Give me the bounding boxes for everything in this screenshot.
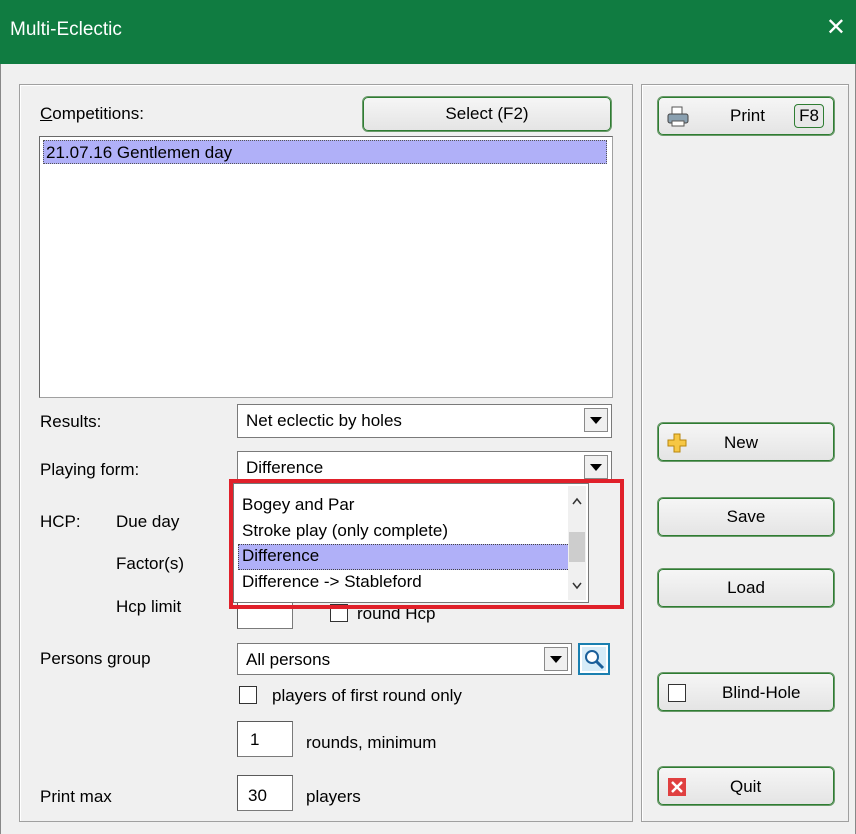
save-button-label: Save — [726, 507, 766, 526]
round-hcp-label: round Hcp — [357, 604, 436, 623]
first-round-checkbox[interactable] — [239, 686, 257, 704]
persons-group-combo[interactable]: All persons — [237, 643, 572, 675]
title-bar: Multi-Eclectic ✕ — [0, 0, 856, 64]
chevron-down-icon[interactable] — [572, 582, 582, 590]
rounds-minimum-input[interactable]: 1 — [237, 721, 293, 757]
search-icon[interactable] — [578, 643, 610, 675]
window-title: Multi-Eclectic — [10, 19, 122, 40]
scrollbar-graphic — [569, 497, 585, 590]
dropdown-option[interactable]: Stroke play (only complete) — [242, 521, 448, 541]
list-item[interactable]: 21.07.16 Gentlemen day — [43, 140, 607, 164]
scrollbar-thumb[interactable] — [569, 532, 585, 562]
first-round-label: players of first round only — [272, 686, 462, 705]
select-button-label: Select (F2) — [445, 104, 529, 123]
print-shortcut-badge: F8 — [794, 104, 824, 128]
playing-form-value: Difference — [246, 458, 324, 477]
blind-hole-button[interactable]: Blind-Hole — [657, 672, 835, 712]
new-button-label: New — [724, 433, 759, 452]
competitions-label-rest: ompetitions: — [52, 104, 144, 123]
new-button[interactable]: New — [657, 422, 835, 462]
load-button[interactable]: Load — [657, 568, 835, 608]
print-button[interactable]: Print F8 — [657, 96, 835, 136]
competitions-list[interactable]: 21.07.16 Gentlemen day — [39, 136, 613, 398]
hcp-label: HCP: — [40, 512, 81, 531]
select-competitions-button[interactable]: Select (F2) — [362, 96, 612, 132]
quit-button[interactable]: Quit — [657, 766, 835, 806]
dropdown-scrollbar[interactable] — [568, 486, 586, 600]
print-max-label: Print max — [40, 787, 112, 806]
results-label: Results: — [40, 412, 102, 431]
blind-hole-button-label: Blind-Hole — [722, 683, 801, 702]
plus-icon — [667, 433, 687, 453]
hcp-limit-label: Hcp limit — [116, 597, 182, 616]
playing-form-label: Playing form: — [40, 460, 140, 479]
chevron-down-icon[interactable] — [584, 455, 608, 479]
list-item-label: 21.07.16 Gentlemen day — [46, 143, 233, 162]
round-hcp-checkbox[interactable] — [330, 604, 348, 622]
playing-form-combo[interactable]: Difference — [237, 451, 612, 483]
due-day-label: Due day — [116, 512, 180, 531]
dropdown-option-selected[interactable]: Difference — [242, 546, 319, 566]
results-value: Net eclectic by holes — [246, 411, 402, 430]
dropdown-option[interactable]: Bogey and Par — [242, 495, 354, 515]
playing-form-dropdown[interactable]: Bogey and Par Stroke play (only complete… — [233, 483, 589, 603]
dropdown-option[interactable]: Difference -> Stableford — [242, 572, 422, 592]
save-button[interactable]: Save — [657, 497, 835, 537]
competitions-label: Competitions: — [40, 104, 144, 123]
chevron-up-icon[interactable] — [572, 497, 582, 505]
printer-icon — [667, 106, 689, 127]
quit-button-label: Quit — [730, 777, 762, 796]
chevron-down-icon[interactable] — [544, 647, 568, 671]
factors-label: Factor(s) — [116, 554, 184, 573]
search-icon-graphic — [582, 647, 606, 671]
persons-group-value: All persons — [246, 650, 331, 669]
quit-icon — [668, 778, 686, 796]
blind-hole-checkbox-icon — [668, 684, 686, 702]
close-icon[interactable]: ✕ — [826, 14, 846, 42]
rounds-minimum-label: rounds, minimum — [306, 733, 437, 752]
chevron-down-icon[interactable] — [584, 408, 608, 432]
results-combo[interactable]: Net eclectic by holes — [237, 404, 612, 438]
persons-group-label: Persons group — [40, 649, 151, 668]
print-max-value: 30 — [248, 786, 267, 805]
load-button-label: Load — [727, 578, 765, 597]
print-max-input[interactable]: 30 — [237, 775, 293, 811]
rounds-minimum-value: 1 — [250, 730, 260, 749]
print-max-unit-label: players — [306, 787, 361, 806]
print-button-label: Print — [730, 106, 765, 125]
